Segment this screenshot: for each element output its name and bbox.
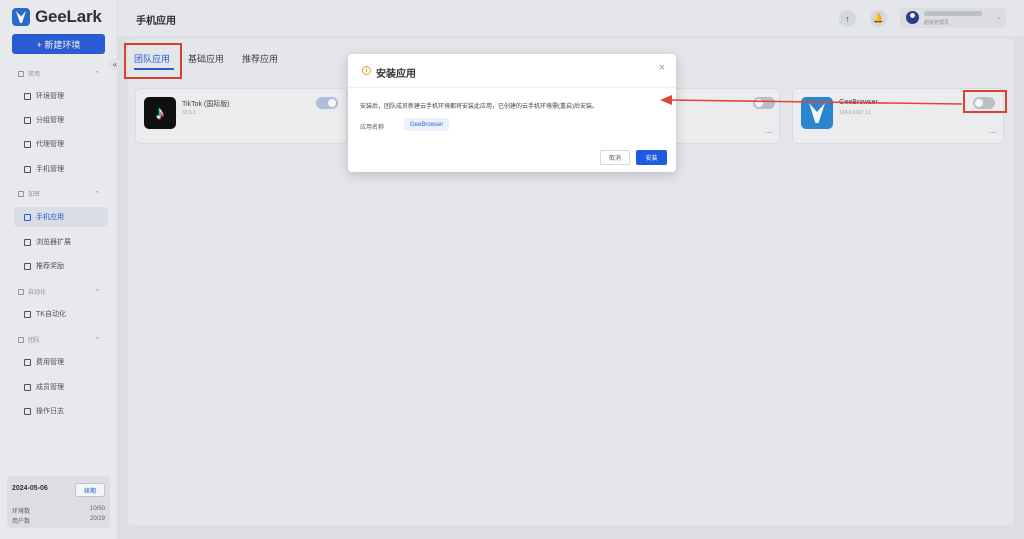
close-icon[interactable]: × xyxy=(659,62,665,74)
dialog-title: 安装应用 xyxy=(376,69,416,80)
cancel-button[interactable]: 取消 xyxy=(600,150,630,165)
dialog-description: 安装后，团队成员新建云手机环境都将安装此应用，已创建的云手机环境需(重启)后安装… xyxy=(360,104,598,110)
app-name-tag: GeeBrowser xyxy=(404,118,450,131)
dialog-header: i 安装应用 × xyxy=(348,54,676,88)
install-app-dialog: i 安装应用 × 安装后，团队成员新建云手机环境都将安装此应用，已创建的云手机环… xyxy=(348,54,676,172)
app-name-label: 应用名称 xyxy=(360,125,385,131)
install-button[interactable]: 安装 xyxy=(636,150,667,165)
info-icon: i xyxy=(362,66,371,75)
collapse-sidebar-button[interactable]: « xyxy=(109,58,121,70)
